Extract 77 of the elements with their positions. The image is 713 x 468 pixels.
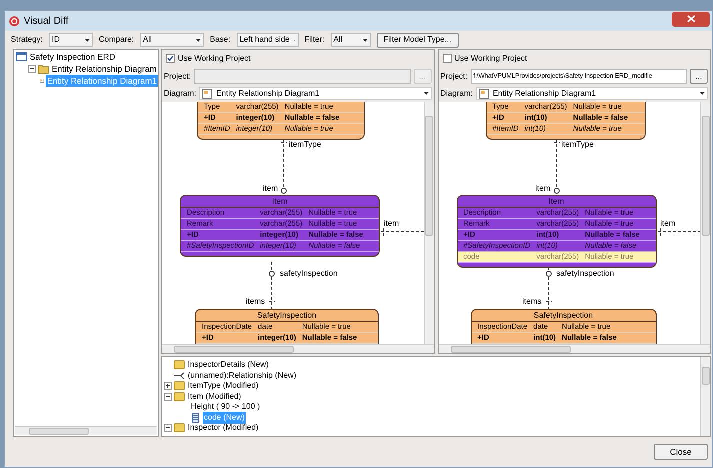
tree-item[interactable]: Safety Inspection ERD bbox=[29, 50, 117, 64]
relationship-label: itemType bbox=[289, 141, 322, 149]
dropdown[interactable]: All bbox=[140, 33, 204, 47]
relationship-label: safetyInspection bbox=[556, 270, 614, 278]
app-icon bbox=[9, 16, 20, 26]
field-label: Strategy: bbox=[11, 34, 44, 46]
dropdown-arrow-icon bbox=[700, 92, 705, 95]
entity-icon bbox=[174, 423, 185, 434]
entity-icon bbox=[174, 360, 185, 370]
field-label: Filter: bbox=[304, 34, 325, 46]
relationship-label: item bbox=[384, 220, 400, 228]
dropdown-arrow-icon bbox=[196, 38, 202, 42]
dropdown[interactable]: ID bbox=[49, 33, 94, 47]
collapse-icon[interactable] bbox=[164, 424, 172, 432]
diagram-icon bbox=[478, 88, 490, 98]
project-icon bbox=[16, 52, 27, 62]
relationship-line bbox=[268, 262, 276, 310]
vertical-scrollbar[interactable] bbox=[700, 102, 710, 344]
folder-icon bbox=[38, 64, 49, 74]
dropdown-arrow-icon bbox=[85, 38, 90, 42]
checkbox-label: Use Working Project bbox=[454, 52, 528, 64]
collapse-icon[interactable] bbox=[164, 392, 172, 401]
diagram-dropdown[interactable]: Entity Relationship Diagram1 bbox=[199, 87, 432, 100]
close-icon[interactable] bbox=[672, 12, 710, 26]
tree-item[interactable]: (unnamed):Relationship (New) bbox=[187, 370, 298, 382]
entity-icon bbox=[174, 392, 185, 402]
dropdown[interactable]: All bbox=[330, 33, 371, 47]
dropdown-arrow-icon bbox=[424, 92, 428, 95]
relationship-icon bbox=[174, 370, 185, 381]
relationship-line bbox=[657, 228, 700, 236]
field-label: Project: bbox=[440, 70, 468, 82]
close-button[interactable]: Close bbox=[654, 444, 708, 460]
relationship-label: item bbox=[660, 220, 676, 228]
relationship-label: itemType bbox=[562, 141, 594, 149]
filter-model-type-button[interactable]: Filter Model Type... bbox=[376, 32, 458, 48]
field-label: Compare: bbox=[99, 34, 134, 46]
vertical-scrollbar[interactable] bbox=[700, 357, 710, 436]
tree-item[interactable]: Entity Relationship Diagram bbox=[51, 62, 158, 76]
window-title: Visual Diff bbox=[24, 14, 69, 28]
dropdown-arrow-icon bbox=[362, 38, 368, 42]
column-icon bbox=[190, 412, 201, 423]
tree-item[interactable]: Height ( 90 -> 100 ) bbox=[190, 401, 262, 414]
diagram-dropdown[interactable]: Entity Relationship Diagram1 bbox=[476, 87, 708, 100]
dropdown[interactable]: Left hand side bbox=[236, 33, 299, 47]
diagram-icon bbox=[40, 76, 44, 86]
entity-name: SafetyInspection bbox=[472, 310, 656, 322]
field-label: Project: bbox=[164, 70, 192, 82]
relationship-line bbox=[280, 138, 288, 194]
field-label: Diagram: bbox=[440, 88, 473, 100]
checkbox[interactable] bbox=[166, 54, 175, 63]
diagram-icon bbox=[202, 88, 214, 98]
tree-item[interactable]: ItemType (Modified) bbox=[187, 380, 260, 392]
field-label: Base: bbox=[210, 34, 231, 46]
vertical-scrollbar[interactable] bbox=[424, 102, 434, 344]
tree-item[interactable]: InspectorDetails (New) bbox=[187, 359, 270, 372]
browse-button[interactable]: ... bbox=[690, 69, 708, 84]
checkbox[interactable] bbox=[442, 54, 452, 63]
tree-item[interactable]: Inspector (Modified) bbox=[187, 422, 260, 434]
horizontal-scrollbar[interactable] bbox=[438, 344, 710, 353]
relationship-line bbox=[380, 228, 424, 236]
entity-name: SafetyInspection bbox=[196, 310, 378, 322]
horizontal-scrollbar[interactable] bbox=[15, 426, 157, 435]
tree-item[interactable]: Item (Modified) bbox=[187, 390, 242, 403]
relationship-label: safetyInspection bbox=[280, 270, 338, 278]
relationship-label: items bbox=[522, 298, 542, 306]
relationship-line bbox=[553, 138, 560, 194]
relationship-label: items bbox=[246, 298, 266, 306]
entity-icon bbox=[174, 381, 185, 392]
relationship-label: item bbox=[536, 185, 551, 193]
entity-name: Item bbox=[181, 196, 379, 208]
relationship-label: item bbox=[263, 185, 278, 193]
horizontal-scrollbar[interactable] bbox=[162, 344, 434, 353]
checkbox-label: Use Working Project bbox=[178, 52, 251, 64]
collapse-icon[interactable] bbox=[28, 65, 36, 73]
field-label: Diagram: bbox=[164, 88, 196, 100]
expand-icon[interactable] bbox=[164, 382, 172, 390]
entity-name: Item bbox=[458, 196, 656, 208]
